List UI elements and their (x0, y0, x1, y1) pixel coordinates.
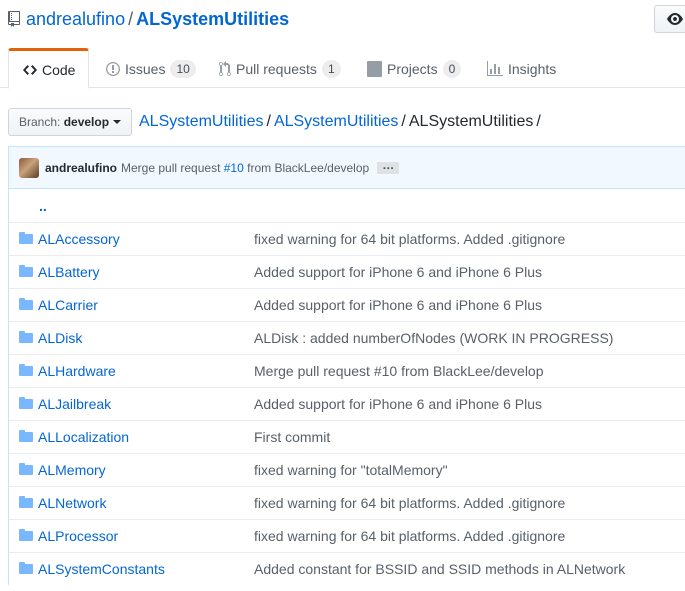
file-name-link[interactable]: ALLocalization (38, 429, 129, 445)
tab-label: Code (42, 61, 76, 78)
commit-message-link[interactable]: fixed warning for 64 bit platforms. Adde… (254, 528, 565, 544)
folder-icon (19, 364, 33, 376)
tab-insights[interactable]: Insights (487, 48, 556, 89)
commit-message-link[interactable]: ALDisk : added numberOfNodes (WORK IN PR… (254, 330, 613, 346)
parent-directory-row: .. (9, 189, 685, 222)
folder-icon (19, 529, 33, 541)
folder-icon (19, 331, 33, 343)
latest-commit: andrealufino Merge pull request #10 from… (9, 147, 685, 189)
file-name-link[interactable]: ALHardware (38, 363, 116, 379)
tab-code[interactable]: Code (8, 48, 89, 89)
watch-button[interactable] (654, 5, 685, 33)
tab-label: Pull requests (236, 60, 317, 77)
repo-name-link[interactable]: ALSystemUtilities (136, 9, 289, 29)
folder-icon (19, 265, 33, 277)
file-name-link[interactable]: ALAccessory (38, 231, 120, 247)
tab-pull-requests[interactable]: Pull requests 1 (219, 48, 341, 89)
repo-icon (8, 11, 20, 27)
tab-label: Insights (508, 60, 557, 77)
commit-message-link[interactable]: Added constant for BSSID and SSID method… (254, 561, 625, 577)
folder-icon (19, 298, 33, 310)
commit-message-suffix: from BlackLee/develop (247, 160, 370, 175)
breadcrumb-current: ALSystemUtilities (408, 113, 534, 130)
issue-opened-icon (106, 61, 120, 77)
folder-icon (19, 562, 33, 574)
tab-issues[interactable]: Issues 10 (106, 48, 196, 89)
file-name-link[interactable]: ALDisk (38, 330, 82, 346)
expand-commit-button[interactable]: … (377, 159, 400, 174)
commit-message-link[interactable]: Added support for iPhone 6 and iPhone 6 … (254, 396, 542, 412)
file-name-link[interactable]: ALProcessor (38, 528, 118, 544)
code-icon (23, 62, 37, 78)
breadcrumb-separator: / (401, 113, 406, 130)
branch-name: develop (63, 115, 110, 129)
caret-down-icon (113, 120, 122, 124)
file-list: .. ALAccessory fixed warning for 64 bit p… (9, 189, 685, 585)
file-table: andrealufino Merge pull request #10 from… (8, 146, 685, 585)
parent-directory-link[interactable]: .. (39, 198, 47, 214)
table-row: ALMemory fixed warning for "totalMemory" (9, 453, 685, 486)
folder-icon (19, 496, 33, 508)
breadcrumb-root-link[interactable]: ALSystemUtilities (139, 113, 263, 130)
avatar[interactable] (19, 157, 39, 178)
table-row: ALDisk ALDisk : added numberOfNodes (WORK… (9, 321, 685, 354)
commit-author-link[interactable]: andrealufino (45, 161, 117, 175)
table-row: ALJailbreak Added support for iPhone 6 an… (9, 387, 685, 420)
branch-label: Branch: (19, 115, 61, 129)
repo-header: andrealufino / ALSystemUtilities (0, 0, 685, 34)
commit-message: Merge pull request #10 from BlackLee/dev… (121, 161, 369, 175)
graph-icon (487, 60, 503, 77)
table-row: ALAccessory fixed warning for 64 bit plat… (9, 222, 685, 255)
file-name-link[interactable]: ALBattery (38, 264, 99, 280)
file-name-link[interactable]: ALCarrier (38, 297, 98, 313)
issues-counter: 10 (170, 59, 196, 78)
file-name-link[interactable]: ALMemory (38, 462, 106, 478)
branch-select-button[interactable]: Branch: develop (8, 108, 133, 136)
table-row: ALHardware Merge pull request #10 from Bl… (9, 354, 685, 387)
table-row: ALBattery Added support for iPhone 6 and … (9, 255, 685, 288)
folder-icon (19, 463, 33, 475)
commit-message-link[interactable]: fixed warning for 64 bit platforms. Adde… (254, 495, 565, 511)
file-name-link[interactable]: ALNetwork (38, 495, 106, 511)
repo-owner-link[interactable]: andrealufino (26, 9, 125, 29)
file-name-link[interactable]: ALSystemConstants (38, 561, 165, 577)
tab-projects[interactable]: Projects 0 (367, 48, 462, 89)
commit-message-link[interactable]: Merge pull request #10 from BlackLee/dev… (254, 363, 544, 379)
folder-icon (19, 232, 33, 244)
commit-pr-link[interactable]: #10 (224, 161, 244, 175)
folder-icon (19, 430, 33, 442)
breadcrumb-folder-link[interactable]: ALSystemUtilities (274, 113, 398, 130)
commit-message-link[interactable]: fixed warning for "totalMemory" (254, 462, 448, 478)
folder-icon (19, 397, 33, 409)
git-pull-request-icon (219, 60, 231, 77)
breadcrumb-separator: / (266, 113, 271, 130)
pull-requests-counter: 1 (321, 59, 341, 78)
commit-message-link[interactable]: First commit (254, 429, 330, 445)
tab-label: Projects (387, 60, 438, 77)
tab-label: Issues (125, 60, 166, 77)
breadcrumb: ALSystemUtilities / ALSystemUtilities / ALSy… (139, 111, 544, 133)
breadcrumb-separator: / (536, 113, 541, 130)
commit-message-prefix: Merge pull request (121, 160, 221, 175)
commit-message-link[interactable]: fixed warning for 64 bit platforms. Adde… (254, 231, 565, 247)
repo-title: andrealufino / ALSystemUtilities (8, 8, 289, 30)
project-icon (367, 60, 382, 77)
projects-counter: 0 (442, 59, 462, 78)
commit-message-link[interactable]: Added support for iPhone 6 and iPhone 6 … (254, 297, 542, 313)
table-row: ALSystemConstants Added constant for BSSI… (9, 552, 685, 585)
file-name-link[interactable]: ALJailbreak (38, 396, 111, 412)
eye-icon (667, 13, 683, 25)
commit-message-link[interactable]: Added support for iPhone 6 and iPhone 6 … (254, 264, 542, 280)
table-row: ALCarrier Added support for iPhone 6 and … (9, 288, 685, 321)
table-row: ALProcessor fixed warning for 64 bit plat… (9, 519, 685, 552)
repo-tabs: Code Issues 10 Pull requests 1 Projects … (0, 48, 685, 89)
file-navigation: Branch: develop ALSystemUtilities / ALSyst… (8, 107, 685, 136)
table-row: ALNetwork fixed warning for 64 bit platfo… (9, 486, 685, 519)
table-row: ALLocalization First commit (9, 420, 685, 453)
repo-separator: / (128, 9, 134, 29)
